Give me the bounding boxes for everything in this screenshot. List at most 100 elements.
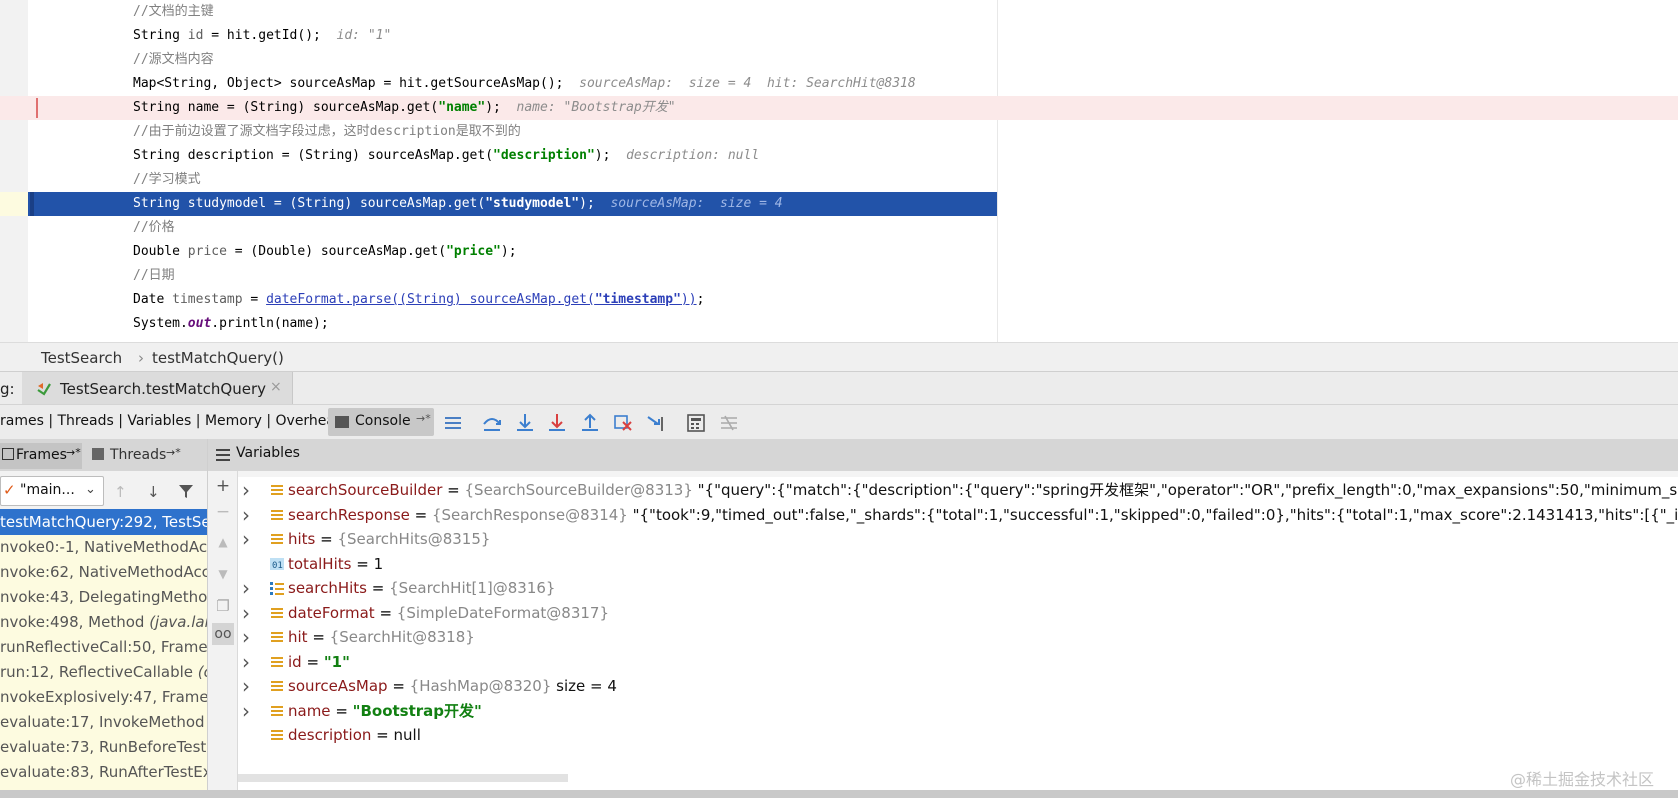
pin-icon[interactable]: →* [416, 412, 431, 425]
trace-stream-icon[interactable] [718, 412, 740, 434]
code-line[interactable]: //文档的主键 [0, 0, 1678, 24]
code-line[interactable]: //学习模式 [0, 168, 1678, 192]
variable-reference: {SearchSourceBuilder@8313} [464, 481, 693, 499]
code-line[interactable]: System.out.println(name); [0, 312, 1678, 336]
code-line[interactable]: //价格 [0, 216, 1678, 240]
code-token: id: "1" [336, 28, 392, 43]
code-line[interactable]: String description = (String) sourceAsMa… [0, 144, 1678, 168]
code-token: //价格 [133, 220, 175, 235]
step-out-icon[interactable] [579, 412, 601, 434]
code-token: ); [594, 148, 627, 163]
close-icon[interactable]: × [270, 379, 282, 395]
frame-item[interactable]: nvoke:62, NativeMethodAccessorImpl [0, 559, 207, 585]
chevron-down-icon: ⌄ [85, 482, 96, 497]
variable-row[interactable]: › hit = {SearchHit@8318} [238, 624, 1678, 650]
variable-row[interactable]: description = null [238, 722, 1678, 748]
variable-row[interactable]: › dateFormat = {SimpleDateFormat@8317} [238, 600, 1678, 626]
code-token: //文档的主键 [133, 4, 214, 19]
frame-item[interactable]: evaluate:17, InvokeMethod (org.junit) [0, 709, 207, 735]
arrow-down-icon[interactable]: ↓ [147, 483, 160, 501]
code-token: )) [680, 292, 697, 307]
frame-item[interactable]: nvoke:43, DelegatingMethodAccessorImpl [0, 584, 207, 610]
code-line[interactable]: String name = (String) sourceAsMap.get("… [0, 96, 1678, 120]
remove-watch-icon[interactable]: − [212, 501, 234, 523]
chevron-right-icon[interactable]: › [242, 526, 250, 552]
code-line[interactable]: Double price = (Double) sourceAsMap.get(… [0, 240, 1678, 264]
variable-name: searchSourceBuilder [288, 481, 443, 499]
code-line[interactable]: //由于前边设置了源文档字段过虑，这时description是取不到的 [0, 120, 1678, 144]
frame-item[interactable]: nvoke0:-1, NativeMethodAccessorImpl [0, 534, 207, 560]
frames-panel: Frames →* Threads →* ✓ "main... ⌄ ↑ ↓ te… [0, 439, 208, 798]
chevron-right-icon[interactable]: › [242, 600, 250, 626]
breadcrumb-separator: › [138, 349, 144, 367]
breadcrumb: TestSearch › testMatchQuery() [0, 342, 1678, 372]
junit-run-icon [37, 383, 51, 396]
step-into-icon[interactable] [514, 412, 536, 434]
threads-icon [92, 448, 104, 460]
code-line[interactable]: String studymodel = (String) sourceAsMap… [0, 192, 997, 216]
move-down-icon[interactable]: ▼ [212, 563, 234, 585]
frame-item[interactable]: nvoke:498, Method (java.lang.reflect) [0, 609, 207, 635]
add-watch-icon[interactable]: + [212, 475, 234, 497]
move-up-icon[interactable]: ▲ [212, 531, 234, 553]
variable-reference: {SimpleDateFormat@8317} [396, 603, 609, 622]
variable-row[interactable]: › name = "Bootstrap开发" [238, 698, 1678, 724]
frame-item-label: nvoke:498, Method [0, 613, 150, 631]
variable-row[interactable]: › sourceAsMap = {HashMap@8320} size = 4 [238, 673, 1678, 699]
pin-icon[interactable]: →* [66, 446, 81, 459]
thread-select[interactable]: ✓ "main... ⌄ [0, 476, 104, 506]
variable-row[interactable]: 01 totalHits = 1 [238, 551, 1678, 577]
variable-text: hits = {SearchHits@8315} [288, 530, 491, 548]
step-over-icon[interactable] [481, 412, 503, 434]
chevron-right-icon[interactable]: › [242, 502, 250, 528]
code-token: "description" [493, 148, 595, 163]
tab-threads[interactable]: Threads →* [86, 443, 206, 469]
copy-icon[interactable]: ❐ [212, 595, 234, 617]
tab-frames[interactable]: Frames →* [0, 443, 82, 469]
frame-item[interactable]: runReflectiveCall:50, FrameworkMethod$1 [0, 634, 207, 660]
frame-item[interactable]: nvokeExplosively:47, FrameworkMethod [0, 684, 207, 710]
code-line[interactable]: String id = hit.getId(); id: "1" [0, 24, 1678, 48]
variables-header: Variables [208, 439, 1678, 471]
force-step-into-icon[interactable] [546, 412, 568, 434]
chevron-right-icon[interactable]: › [242, 624, 250, 650]
evaluate-expression-icon[interactable] [685, 412, 707, 434]
field-icon [271, 681, 283, 691]
chevron-right-icon[interactable]: › [242, 477, 250, 503]
code-editor[interactable]: //文档的主键 String id = hit.getId(); id: "1" /… [0, 0, 1678, 342]
frame-item[interactable]: evaluate:73, RunBeforeTestExecutionCallb… [0, 734, 207, 760]
code-line[interactable]: Date timestamp = dateFormat.parse((Strin… [0, 288, 1678, 312]
code-text: Double price = (Double) sourceAsMap.get(… [133, 240, 517, 264]
breadcrumb-file[interactable]: TestSearch [41, 349, 122, 367]
variable-row[interactable]: › id = "1" [238, 649, 1678, 675]
code-line[interactable]: //源文档内容 [0, 48, 1678, 72]
variable-row[interactable]: › searchResponse = {SearchResponse@8314} … [238, 502, 1678, 528]
chevron-right-icon[interactable]: › [242, 698, 250, 724]
chevron-right-icon[interactable]: › [242, 673, 250, 699]
filter-icon[interactable] [178, 483, 194, 499]
variable-row[interactable]: › searchSourceBuilder = {SearchSourceBuil… [238, 477, 1678, 503]
drop-frame-icon[interactable] [612, 412, 634, 434]
run-to-cursor-icon[interactable] [645, 412, 667, 434]
variable-name: totalHits [288, 554, 352, 573]
frame-item[interactable]: testMatchQuery:292, TestSearch [0, 509, 207, 535]
code-line[interactable]: Map<String, Object> sourceAsMap = hit.ge… [0, 72, 1678, 96]
horizontal-scrollbar[interactable] [238, 774, 568, 782]
code-line[interactable]: //日期 [0, 264, 1678, 288]
pin-icon[interactable]: →* [166, 446, 181, 459]
list-icon[interactable] [442, 412, 464, 434]
chevron-right-icon[interactable]: › [242, 649, 250, 675]
frame-item[interactable]: run:12, ReflectiveCallable (org.junit) [0, 659, 207, 685]
chevron-right-icon[interactable]: › [242, 575, 250, 601]
frame-item[interactable]: evaluate:83, RunAfterTestExecutionCallba… [0, 759, 207, 785]
error-marker [36, 98, 38, 118]
glasses-icon[interactable]: oo [212, 623, 234, 645]
variable-row[interactable]: › searchHits = {SearchHit[1]@8316} [238, 575, 1678, 601]
tab-debug-session[interactable]: TestSearch.testMatchQuery × [22, 372, 293, 405]
arrow-up-icon[interactable]: ↑ [114, 483, 127, 501]
code-text: String description = (String) sourceAsMa… [133, 144, 759, 168]
breadcrumb-method[interactable]: testMatchQuery() [152, 349, 284, 367]
console-tab[interactable]: Console →* [328, 408, 434, 436]
variable-row[interactable]: › hits = {SearchHits@8315} [238, 526, 1678, 552]
debugger-subtabs[interactable]: rames | Threads | Variables | Memory | O… [0, 413, 344, 429]
